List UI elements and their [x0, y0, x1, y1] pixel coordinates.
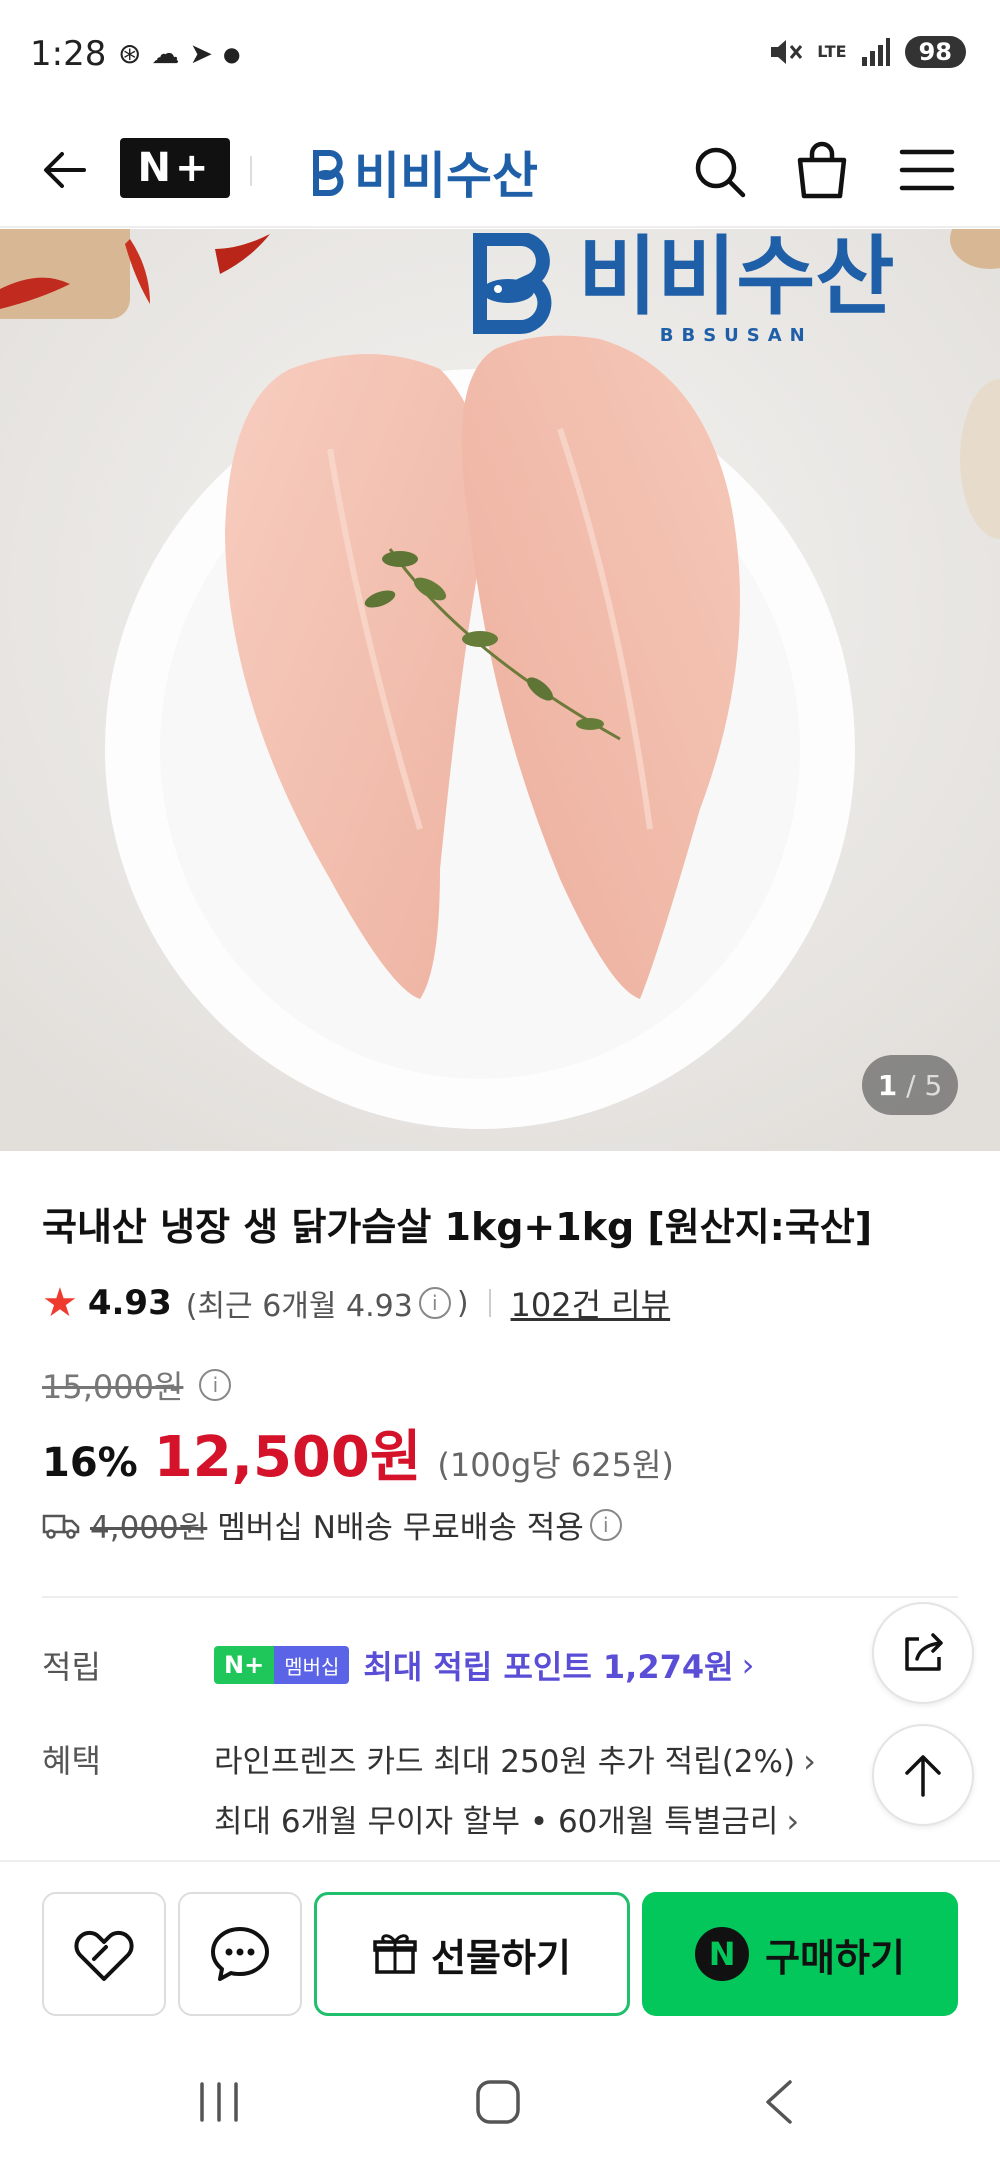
mute-icon: [771, 40, 803, 64]
image-brand-sub: BBSUSAN: [659, 325, 813, 346]
points-text: 최대 적립 포인트 1,274원: [363, 1648, 734, 1686]
section-divider: [42, 1596, 958, 1598]
benefit-item-text: 최대 6개월 무이자 할부 • 60개월 특별금리: [214, 1804, 779, 1840]
image-counter: 1 / 5: [862, 1055, 958, 1115]
buy-button-label: 구매하기: [765, 1935, 905, 1980]
shipping-row: 4,000원 멤버십 N배송 무료배송 적용 i: [42, 1502, 628, 1547]
app-notification-icon: ⊛: [118, 37, 142, 70]
product-title: 국내산 냉장 생 닭가슴살 1kg+1kg [원산지:국산]: [42, 1205, 873, 1249]
lte-indicator: LTE: [817, 42, 847, 61]
shopping-bag-icon[interactable]: [792, 138, 852, 202]
naver-n-icon: N: [695, 1927, 750, 1981]
status-bar: 1:28 ⊛ ☁ ➤ ● LTE 98: [0, 0, 1000, 112]
image-brand-text: 비비수산: [578, 229, 895, 327]
truck-icon: [42, 1514, 80, 1539]
arrow-up-icon: [905, 1755, 941, 1797]
talktalk-button[interactable]: [178, 1892, 302, 2016]
brand-store-link[interactable]: 비비수산: [308, 136, 538, 208]
benefit-item[interactable]: 라인프렌즈 카드 최대 250원 추가 적립(2%) ›: [214, 1736, 816, 1781]
star-icon: ★: [42, 1280, 78, 1326]
chat-bubble-icon: [211, 1927, 269, 1981]
brand-fish-icon: [313, 150, 344, 196]
rating-row: ★ 4.93 (최근 6개월 4.93 i ) 102건 리뷰: [42, 1280, 670, 1326]
benefit-item[interactable]: 최대 6개월 무이자 할부 • 60개월 특별금리 ›: [214, 1796, 799, 1841]
rating-recent-close: ): [456, 1285, 469, 1321]
nav-back-icon[interactable]: [760, 2078, 800, 2126]
recent-apps-icon[interactable]: [196, 2082, 242, 2122]
shipping-info-icon[interactable]: i: [589, 1508, 622, 1541]
system-nav-bar: [0, 2040, 1000, 2167]
bottom-action-bar: 선물하기 N 구매하기: [0, 1860, 1000, 2020]
review-count-link[interactable]: 102건 리뷰: [511, 1280, 671, 1326]
chevron-right-icon: ›: [803, 1742, 816, 1780]
product-image-carousel[interactable]: 비비수산 BBSUSAN 1 / 5: [0, 229, 1000, 1151]
chat-notification-icon: ☁: [151, 37, 180, 70]
gift-icon: [373, 1934, 417, 1974]
original-price-row: 15,000원 i: [42, 1362, 237, 1408]
signal-icon: [861, 38, 890, 66]
benefit-item-text: 라인프렌즈 카드 최대 250원 추가 적립(2%): [214, 1744, 796, 1780]
unit-price: (100g당 625원): [437, 1446, 674, 1484]
nplus-membership-badge: N+ 멤버십: [214, 1646, 350, 1684]
price-info-icon[interactable]: i: [199, 1369, 232, 1401]
header-divider: [250, 156, 252, 186]
home-icon[interactable]: [474, 2078, 522, 2126]
share-button[interactable]: [872, 1602, 974, 1704]
original-price: 15,000원: [42, 1368, 184, 1406]
gift-button-label: 선물하기: [431, 1935, 571, 1980]
rating-recent-label: (최근 6개월 4.93: [185, 1289, 413, 1324]
image-brand-watermark: 비비수산 BBSUSAN: [460, 229, 894, 346]
battery-indicator: 98: [904, 36, 966, 68]
info-icon[interactable]: i: [418, 1287, 451, 1319]
price-row: 16% 12,500원 (100g당 625원): [42, 1412, 674, 1493]
benefit-label: 혜택: [42, 1742, 101, 1780]
telegram-icon: ➤: [189, 37, 213, 70]
product-photo: [0, 229, 1000, 1151]
shipping-text: 멤버십 N배송 무료배송 적용: [217, 1510, 584, 1546]
gift-button[interactable]: 선물하기: [314, 1892, 630, 2016]
points-row[interactable]: 적립 N+ 멤버십 최대 적립 포인트 1,274원 ›: [42, 1642, 754, 1688]
heart-icon: [74, 1930, 134, 1981]
menu-icon[interactable]: [898, 142, 956, 198]
shipping-original-fee: 4,000원: [90, 1510, 208, 1546]
top-header: N+ 비비수산: [0, 112, 1000, 228]
image-counter-current: 1: [877, 1068, 898, 1102]
chevron-right-icon: ›: [741, 1646, 755, 1684]
scroll-top-button[interactable]: [872, 1724, 974, 1826]
nplus-badge-member: 멤버십: [274, 1646, 350, 1684]
status-time: 1:28: [30, 34, 107, 74]
status-notification-icons: ⊛ ☁ ➤ ●: [118, 40, 240, 68]
rating-value: 4.93: [87, 1283, 172, 1323]
search-icon[interactable]: [690, 142, 750, 202]
image-counter-total: / 5: [906, 1068, 943, 1102]
wishlist-button[interactable]: [42, 1892, 166, 2016]
brand-name: 비비수산: [354, 147, 538, 205]
chevron-right-icon: ›: [786, 1802, 800, 1840]
nplus-logo[interactable]: N+: [120, 138, 230, 198]
points-label: 적립: [42, 1648, 101, 1686]
image-brand-fish-icon: [473, 232, 552, 334]
more-dot-icon: ●: [222, 42, 241, 66]
share-icon: [905, 1633, 943, 1671]
rating-separator: [488, 1289, 491, 1317]
status-system-icons: LTE 98: [769, 36, 966, 68]
buy-button[interactable]: N 구매하기: [642, 1892, 958, 2016]
back-arrow-icon[interactable]: [36, 140, 96, 200]
nplus-badge-n: N+: [214, 1646, 275, 1684]
discount-rate: 16%: [42, 1440, 138, 1486]
sale-price: 12,500원: [153, 1425, 422, 1490]
